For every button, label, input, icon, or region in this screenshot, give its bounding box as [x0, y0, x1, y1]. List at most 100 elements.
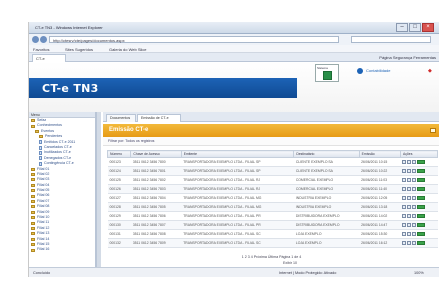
cell-chave: 3511 0612 3456 7808	[130, 229, 182, 239]
edit-icon[interactable]	[412, 169, 417, 173]
edit-icon[interactable]	[412, 232, 417, 236]
status-ok-icon[interactable]	[417, 241, 426, 245]
status-ok-icon[interactable]	[417, 160, 426, 164]
tab-documents[interactable]: Documentos	[106, 114, 136, 122]
table-row[interactable]: 000126 3511 0612 3456 7803 TRANSPORTADORA …	[107, 184, 438, 194]
cell-chave: 3511 0612 3456 7806	[130, 211, 182, 221]
maximize-button[interactable]: □	[409, 23, 421, 32]
view-icon[interactable]	[402, 232, 407, 236]
web-slice-link[interactable]: Galeria do Web Slice	[109, 47, 147, 52]
row-actions	[402, 241, 435, 245]
column-header[interactable]: Número	[106, 150, 132, 158]
search-input[interactable]	[351, 36, 431, 43]
cell-data: 26/06/2011 14:47	[359, 220, 401, 230]
view-icon[interactable]	[402, 160, 407, 164]
status-ok-icon[interactable]	[417, 214, 426, 218]
view-icon[interactable]	[402, 214, 407, 218]
folder-icon	[35, 129, 39, 133]
print-icon[interactable]	[407, 214, 412, 218]
view-icon[interactable]	[402, 187, 407, 191]
cell-actions	[400, 166, 438, 176]
edit-icon[interactable]	[412, 178, 417, 182]
print-icon[interactable]	[407, 241, 412, 245]
edit-icon[interactable]	[412, 187, 417, 191]
row-actions	[402, 232, 435, 236]
edit-icon[interactable]	[412, 160, 417, 164]
sidebar-item[interactable]: Filial 16	[29, 247, 95, 252]
column-header[interactable]: Chave de Acesso	[130, 150, 182, 158]
table-row[interactable]: 000129 3511 0612 3456 7806 TRANSPORTADORA …	[107, 211, 438, 221]
print-icon[interactable]	[407, 205, 412, 209]
panel-header: Emissão CT-e	[103, 124, 439, 137]
status-ok-icon[interactable]	[417, 196, 426, 200]
browser-tab[interactable]: CT-e	[32, 54, 66, 62]
status-ok-icon[interactable]	[417, 205, 426, 209]
suggested-sites-link[interactable]: Sites Sugeridos	[65, 47, 93, 52]
cell-dest: DISTRIBUIDORA EXEMPLO	[293, 211, 360, 221]
favorites-link[interactable]: Favoritos	[33, 47, 49, 52]
main-content: Documentos Emissão de CT-e Emissão CT-e …	[103, 112, 439, 267]
view-icon[interactable]	[402, 178, 407, 182]
print-icon[interactable]	[407, 178, 412, 182]
minimize-button[interactable]: –	[396, 23, 408, 32]
folder-icon	[31, 119, 35, 123]
filter-text[interactable]: Filtrar por: Todos os registros	[108, 139, 154, 143]
column-header[interactable]: Emissão	[358, 150, 401, 158]
title-bar: CT-e TN3 - Windows Internet Explorer – □…	[29, 22, 439, 34]
view-icon[interactable]	[402, 169, 407, 173]
print-icon[interactable]	[407, 196, 412, 200]
table-row[interactable]: 000130 3511 0612 3456 7807 TRANSPORTADORA …	[107, 220, 438, 230]
view-icon[interactable]	[402, 223, 407, 227]
table-row[interactable]: 000128 3511 0612 3456 7805 TRANSPORTADORA …	[107, 202, 438, 212]
document-icon	[39, 151, 42, 156]
status-ok-icon[interactable]	[417, 187, 426, 191]
status-ok-icon[interactable]	[417, 223, 426, 227]
print-icon[interactable]	[407, 223, 412, 227]
edit-icon[interactable]	[412, 223, 417, 227]
column-header[interactable]: Destinatário	[293, 150, 360, 158]
cell-emit: TRANSPORTADORA EXEMPLO LTDA - FILIAL MG	[181, 193, 294, 203]
view-icon[interactable]	[402, 196, 407, 200]
print-icon[interactable]	[407, 187, 412, 191]
print-icon[interactable]	[407, 169, 412, 173]
row-actions	[402, 214, 435, 218]
page-size-select[interactable]: Exibir 10	[283, 261, 297, 265]
row-actions	[402, 178, 435, 182]
view-icon[interactable]	[402, 241, 407, 245]
back-icon[interactable]	[32, 36, 39, 43]
table-row[interactable]: 000125 3511 0612 3456 7802 TRANSPORTADORA …	[107, 175, 438, 185]
edit-icon[interactable]	[412, 196, 417, 200]
edit-icon[interactable]	[412, 214, 417, 218]
collapse-icon[interactable]	[430, 128, 436, 133]
address-text: http://ctesrv/cte/pages/documentos.aspx	[53, 38, 125, 43]
folder-icon	[31, 237, 35, 241]
table-row[interactable]: 000123 3511 0612 3456 7800 TRANSPORTADORA …	[107, 157, 438, 167]
command-bar[interactable]: Página Segurança Ferramentas	[379, 55, 436, 60]
zoom-level[interactable]: 100%	[414, 271, 424, 275]
table-row[interactable]: 000132 3511 0612 3456 7809 TRANSPORTADORA …	[107, 238, 438, 248]
column-header[interactable]: Emitente	[180, 150, 295, 158]
status-ok-icon[interactable]	[417, 232, 426, 236]
app-title: CT-e TN3	[42, 82, 99, 95]
cell-data: 26/06/2011 11:03	[359, 175, 401, 185]
tab-emission[interactable]: Emissão de CT-e	[137, 114, 181, 122]
status-ok-icon[interactable]	[417, 178, 426, 182]
table-row[interactable]: 000124 3511 0612 3456 7801 TRANSPORTADORA …	[107, 166, 438, 176]
table-row[interactable]: 000127 3511 0612 3456 7804 TRANSPORTADORA …	[107, 193, 438, 203]
edit-icon[interactable]	[412, 241, 417, 245]
folder-icon	[31, 189, 35, 193]
cell-emit: TRANSPORTADORA EXEMPLO LTDA - FILIAL SC	[181, 238, 294, 248]
status-ok-icon[interactable]	[417, 169, 426, 173]
sidebar-splitter[interactable]	[97, 112, 101, 267]
print-icon[interactable]	[407, 160, 412, 164]
table-row[interactable]: 000131 3511 0612 3456 7808 TRANSPORTADORA …	[107, 229, 438, 239]
pager[interactable]: 1 2 3 4 Próxima Última Página 1 de 4	[103, 253, 439, 261]
print-icon[interactable]	[407, 232, 412, 236]
edit-icon[interactable]	[412, 205, 417, 209]
cell-chave: 3511 0612 3456 7801	[130, 166, 182, 176]
view-icon[interactable]	[402, 205, 407, 209]
forward-icon[interactable]	[40, 36, 47, 43]
close-button[interactable]: ×	[422, 23, 434, 32]
row-actions	[402, 169, 435, 173]
address-input[interactable]: http://ctesrv/cte/pages/documentos.aspx	[49, 36, 339, 43]
